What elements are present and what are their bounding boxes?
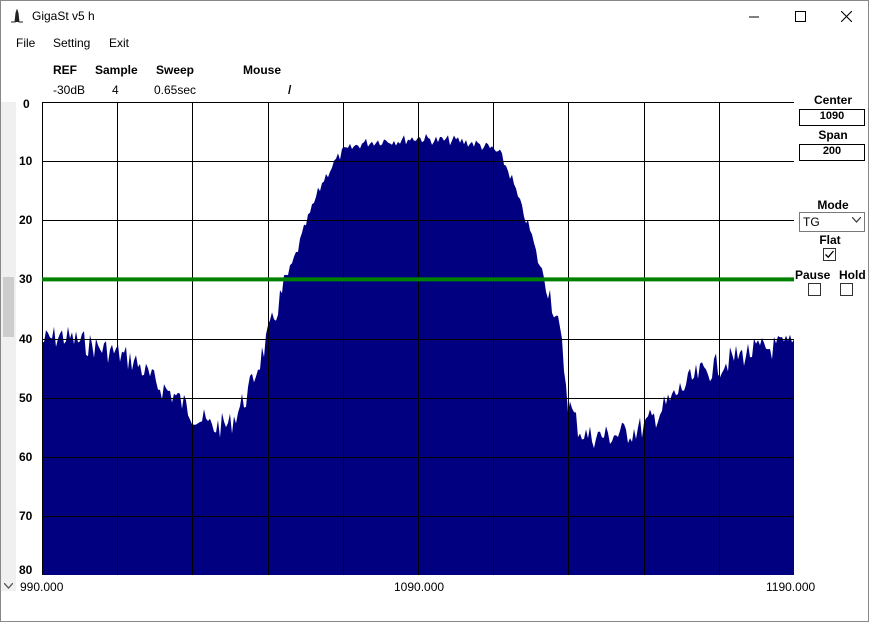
title-bar: GigaSt v5 h: [1, 1, 868, 32]
vertical-scrollbar[interactable]: [1, 102, 16, 591]
ref-label: REF: [53, 63, 77, 77]
minimize-button[interactable]: [731, 1, 777, 32]
menu-bar: File Setting Exit: [1, 32, 868, 54]
y-tick-label: 80: [19, 563, 33, 577]
flat-label: Flat: [819, 233, 841, 247]
y-tick-label: 60: [19, 449, 33, 464]
hold-label: Hold: [839, 268, 866, 282]
y-tick-label: 10: [19, 154, 33, 169]
mode-label: Mode: [817, 198, 849, 212]
menu-exit[interactable]: Exit: [109, 36, 129, 50]
window-title: GigaSt v5 h: [32, 9, 95, 23]
hold-checkbox[interactable]: [840, 283, 853, 296]
scrollbar-thumb[interactable]: [3, 277, 14, 337]
center-label: Center: [813, 93, 852, 107]
x-tick-label: 1090.000: [394, 580, 445, 594]
menu-setting[interactable]: Setting: [53, 36, 90, 50]
close-icon: [840, 11, 852, 22]
pause-checkbox[interactable]: [808, 283, 821, 296]
chevron-down-icon: [852, 217, 861, 223]
y-tick-label: 40: [19, 331, 33, 346]
span-label: Span: [818, 128, 848, 142]
menu-file[interactable]: File: [16, 36, 35, 50]
y-tick-label: 0: [23, 97, 30, 111]
sample-value: 4: [112, 83, 119, 97]
mouse-value: /: [288, 83, 292, 97]
y-tick-label: 70: [19, 508, 33, 523]
mode-select[interactable]: TG: [799, 212, 865, 232]
checkmark-icon: [825, 250, 834, 259]
x-tick-label: 990.000: [20, 580, 64, 594]
y-tick-label: 30: [19, 272, 33, 287]
sample-label: Sample: [95, 63, 138, 77]
flat-checkbox[interactable]: [823, 248, 836, 261]
ref-value: -30dB: [53, 83, 86, 97]
pause-label: Pause: [795, 268, 831, 282]
sweep-label: Sweep: [156, 63, 195, 77]
mouse-label: Mouse: [243, 63, 282, 77]
sweep-value: 0.65sec: [154, 83, 197, 97]
spectrum-plot[interactable]: [42, 102, 794, 575]
x-tick-label: 1190.000: [766, 580, 816, 594]
mode-select-value: TG: [803, 215, 820, 229]
maximize-button[interactable]: [777, 1, 823, 32]
maximize-icon: [794, 11, 806, 22]
close-button[interactable]: [823, 1, 869, 32]
y-tick-label: 50: [19, 390, 33, 405]
y-tick-label: 20: [19, 213, 33, 228]
span-input[interactable]: 200: [799, 144, 865, 161]
spectrum-app-icon: [11, 9, 23, 23]
app-window: GigaSt v5 h File Setting Exit REF -30dB …: [0, 0, 869, 622]
center-input[interactable]: 1090: [799, 109, 865, 126]
minimize-icon: [749, 16, 759, 17]
chevron-down-icon[interactable]: [4, 583, 13, 589]
